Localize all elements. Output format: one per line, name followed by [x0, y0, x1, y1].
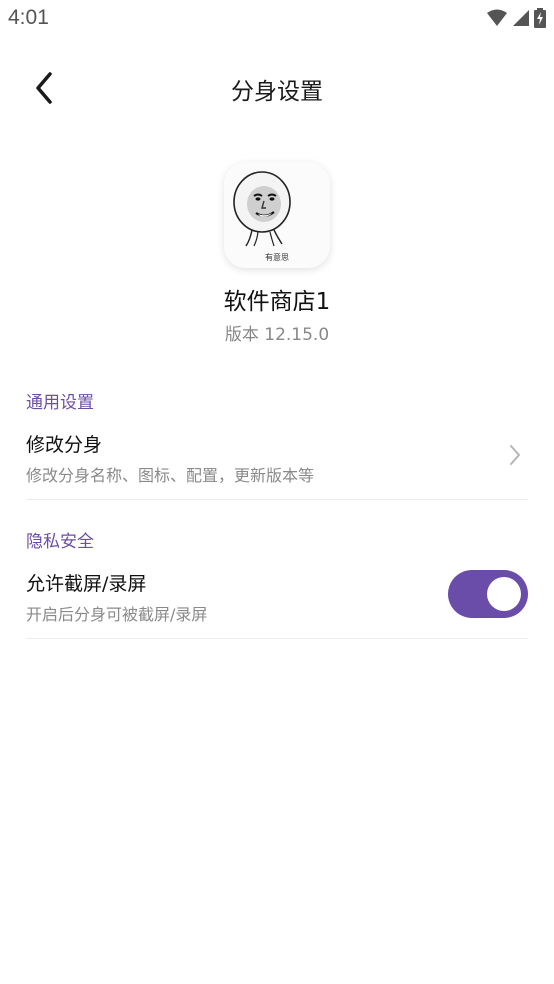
modify-clone-row[interactable]: 修改分身 修改分身名称、图标、配置，更新版本等 — [26, 424, 528, 500]
allow-screenshot-subtitle: 开启后分身可被截屏/录屏 — [26, 605, 208, 624]
modify-clone-title: 修改分身 — [26, 434, 103, 456]
section-header-general: 通用设置 — [26, 393, 94, 413]
chevron-right-icon — [506, 443, 524, 467]
status-icons — [486, 6, 546, 30]
status-time: 4:01 — [8, 6, 49, 29]
app-icon-caption: 有意思 — [265, 253, 289, 262]
allow-screenshot-title: 允许截屏/录屏 — [26, 573, 147, 595]
toggle-knob — [487, 577, 521, 611]
wifi-icon — [487, 9, 507, 26]
allow-screenshot-row: 允许截屏/录屏 开启后分身可被截屏/录屏 — [26, 563, 528, 639]
signal-icon — [513, 10, 529, 26]
allow-screenshot-toggle[interactable] — [448, 570, 528, 618]
app-bar: 分身设置 — [0, 58, 554, 118]
app-version: 版本 12.15.0 — [224, 325, 330, 345]
section-header-privacy: 隐私安全 — [26, 532, 94, 552]
app-name: 软件商店1 — [223, 289, 331, 315]
battery-charging-icon — [534, 8, 546, 28]
status-bar: 4:01 — [0, 0, 554, 38]
page-title: 分身设置 — [231, 79, 323, 105]
modify-clone-subtitle: 修改分身名称、图标、配置，更新版本等 — [26, 466, 315, 485]
